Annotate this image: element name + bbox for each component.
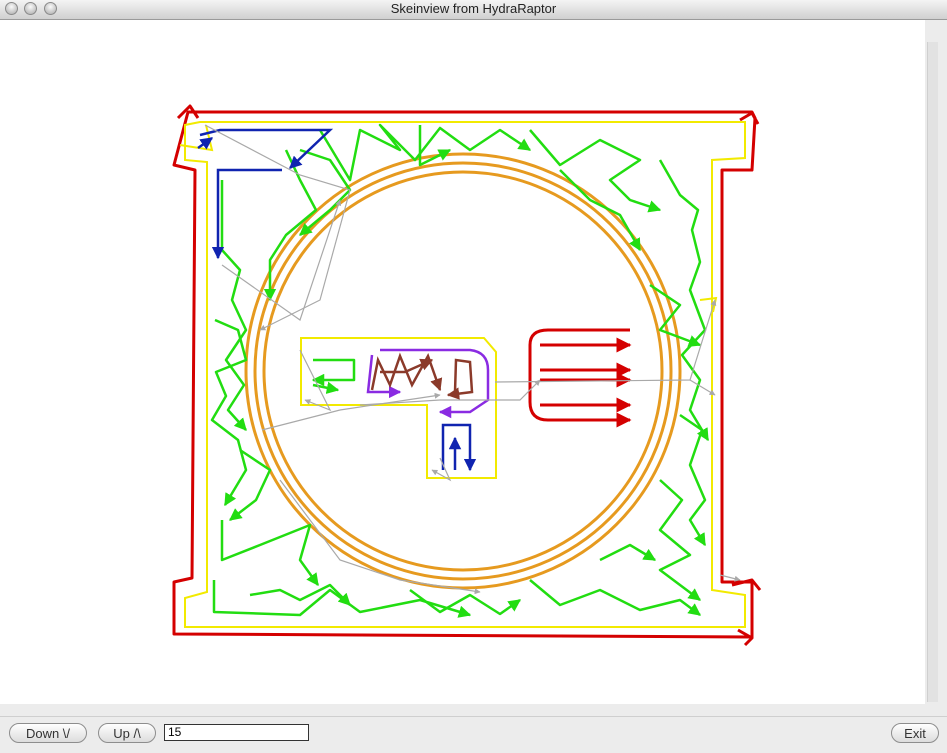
skein-canvas	[0, 20, 925, 704]
blue-paths	[197, 128, 477, 472]
toolpath-drawing	[172, 104, 762, 647]
brown-paths	[370, 352, 474, 400]
window-title: Skeinview from HydraRaptor	[390, 1, 557, 16]
exit-button[interactable]: Exit	[891, 723, 939, 743]
title-bar: Skeinview from HydraRaptor	[0, 0, 947, 20]
green-infill	[210, 123, 710, 618]
red-features	[528, 328, 632, 428]
down-button[interactable]: Down \/	[9, 723, 87, 743]
vertical-scrollbar[interactable]	[927, 42, 938, 702]
up-button[interactable]: Up /\	[98, 723, 156, 743]
layer-number-input[interactable]: 15	[164, 724, 309, 741]
travel-moves	[204, 124, 741, 595]
